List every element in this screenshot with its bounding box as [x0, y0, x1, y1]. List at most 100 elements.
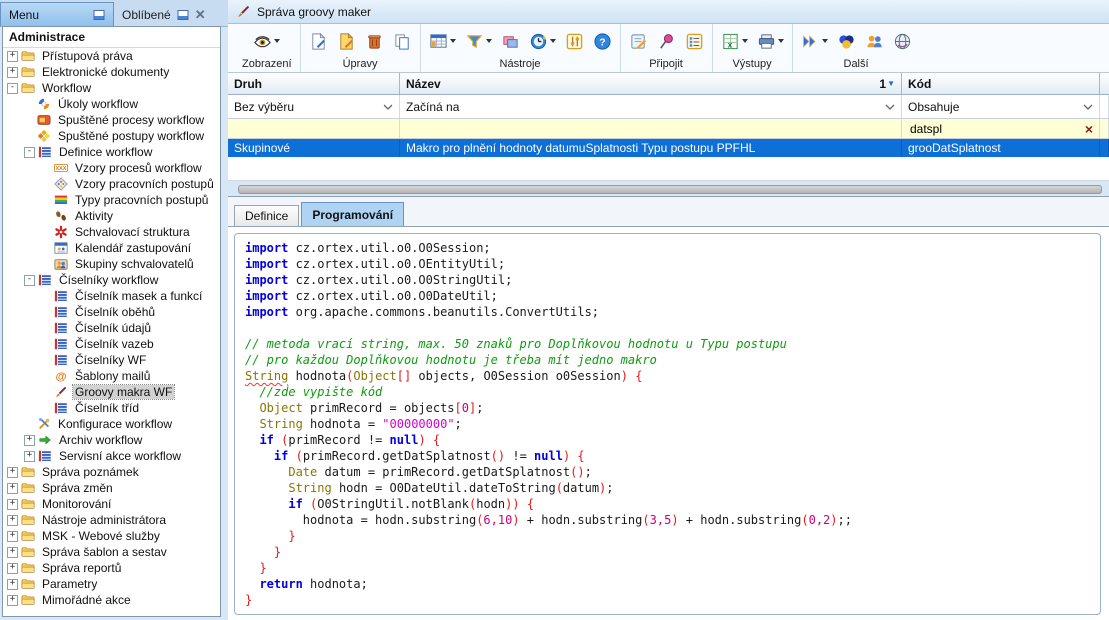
tree-item[interactable]: Číselník masek a funkcí: [3, 288, 220, 304]
attach-list-button[interactable]: [685, 32, 704, 51]
tree-item[interactable]: +Správa změn: [3, 480, 220, 496]
dropdown-arrow-icon[interactable]: [550, 39, 556, 43]
tree-item[interactable]: +Správa poznámek: [3, 464, 220, 480]
tree-item[interactable]: Schvalovací struktura: [3, 224, 220, 240]
selected-row[interactable]: Skupinové Makro pro plnění hodnoty datum…: [228, 139, 1109, 157]
delete-record-button[interactable]: [365, 32, 384, 51]
close-icon[interactable]: ✕: [195, 7, 206, 23]
tab-programovani[interactable]: Programování: [301, 202, 404, 226]
tree-item[interactable]: Spuštěné procesy workflow: [3, 112, 220, 128]
help-button[interactable]: ?: [593, 32, 612, 51]
tree-item[interactable]: Číselník tříd: [3, 400, 220, 416]
expand-icon[interactable]: +: [7, 483, 18, 494]
view-button[interactable]: [253, 32, 280, 51]
expand-icon[interactable]: +: [7, 67, 18, 78]
tree-item[interactable]: -Workflow: [3, 80, 220, 96]
web-services-button[interactable]: [893, 32, 912, 51]
horizontal-splitter[interactable]: [238, 185, 1102, 194]
tree-item[interactable]: +Přístupová práva: [3, 48, 220, 64]
expand-icon[interactable]: +: [7, 531, 18, 542]
tree-item[interactable]: @Šablony mailů: [3, 368, 220, 384]
collapse-icon[interactable]: -: [24, 275, 35, 286]
expand-icon[interactable]: +: [7, 547, 18, 558]
users-button[interactable]: [865, 32, 884, 51]
tree-item[interactable]: +Mimořádné akce: [3, 592, 220, 608]
window-icon[interactable]: [93, 9, 105, 21]
expand-icon[interactable]: +: [7, 515, 18, 526]
tree-item[interactable]: +Elektronické dokumenty: [3, 64, 220, 80]
parameters-button[interactable]: [565, 32, 584, 51]
chevron-down-icon[interactable]: [383, 104, 393, 110]
tab-menu[interactable]: Menu: [0, 2, 114, 26]
tree-item[interactable]: +MSK - Webové služby: [3, 528, 220, 544]
history-button[interactable]: [529, 32, 556, 51]
tree-item[interactable]: Skupiny schvalovatelů: [3, 256, 220, 272]
search-druh-input[interactable]: [228, 119, 400, 138]
expand-icon[interactable]: +: [7, 467, 18, 478]
expand-icon[interactable]: +: [7, 51, 18, 62]
tab-definice[interactable]: Definice: [234, 205, 299, 226]
search-kod-input[interactable]: [908, 121, 1085, 137]
expand-icon[interactable]: +: [24, 451, 35, 462]
chevron-down-icon[interactable]: [885, 104, 895, 110]
print-button[interactable]: [757, 32, 784, 51]
attach-note-button[interactable]: [629, 32, 648, 51]
filter-kod-combo[interactable]: Obsahuje: [902, 95, 1100, 118]
collapse-icon[interactable]: -: [24, 147, 35, 158]
tree-item[interactable]: Číselník údajů: [3, 320, 220, 336]
dropdown-arrow-icon[interactable]: [450, 39, 456, 43]
more-actions-button[interactable]: [801, 32, 828, 51]
expand-icon[interactable]: +: [7, 579, 18, 590]
filter-druh-combo[interactable]: Bez výběru: [228, 95, 400, 118]
collapse-icon[interactable]: -: [7, 83, 18, 94]
tree-item[interactable]: Číselníky WF: [3, 352, 220, 368]
tree-item[interactable]: +Parametry: [3, 576, 220, 592]
new-record-button[interactable]: [309, 32, 328, 51]
expand-icon[interactable]: +: [24, 435, 35, 446]
code-editor[interactable]: import cz.ortex.util.o0.O0Session;import…: [234, 233, 1101, 615]
edit-record-button[interactable]: [337, 32, 356, 51]
window-icon[interactable]: [177, 9, 189, 21]
dropdown-arrow-icon[interactable]: [274, 39, 280, 43]
expand-icon[interactable]: +: [7, 563, 18, 574]
column-header-kod[interactable]: Kód: [902, 73, 1100, 94]
search-nazev-input[interactable]: [400, 119, 902, 138]
tree-item[interactable]: Typy pracovních postupů: [3, 192, 220, 208]
tree-item[interactable]: Číselník oběhů: [3, 304, 220, 320]
tree-item[interactable]: Spuštěné postupy workflow: [3, 128, 220, 144]
tree-item[interactable]: Konfigurace workflow: [3, 416, 220, 432]
dropdown-arrow-icon[interactable]: [486, 39, 492, 43]
tree-item[interactable]: +Archiv workflow: [3, 432, 220, 448]
expand-icon[interactable]: +: [7, 499, 18, 510]
tree-item[interactable]: +Správa šablon a sestav: [3, 544, 220, 560]
copy-record-button[interactable]: [393, 32, 412, 51]
tree-item[interactable]: +Monitorování: [3, 496, 220, 512]
chevron-down-icon[interactable]: [1083, 104, 1093, 110]
filter-button[interactable]: [465, 32, 492, 51]
export-excel-button[interactable]: x: [721, 32, 748, 51]
tree-item[interactable]: XXXVzory procesů workflow: [3, 160, 220, 176]
column-header-nazev[interactable]: Název 1▼: [400, 73, 902, 94]
tree-item[interactable]: Číselník vazeb: [3, 336, 220, 352]
dropdown-arrow-icon[interactable]: [822, 39, 828, 43]
tree-item[interactable]: +Nástroje administrátora: [3, 512, 220, 528]
dropdown-arrow-icon[interactable]: [742, 39, 748, 43]
expand-icon[interactable]: +: [7, 595, 18, 606]
tree-item[interactable]: -Definice workflow: [3, 144, 220, 160]
tree-item[interactable]: +Správa reportů: [3, 560, 220, 576]
tree-item[interactable]: -Číselníky workflow: [3, 272, 220, 288]
tab-oblibene[interactable]: Oblíbené ✕: [114, 3, 214, 26]
clear-filter-icon[interactable]: ×: [1085, 121, 1093, 137]
tree-item[interactable]: Aktivity: [3, 208, 220, 224]
table-view-button[interactable]: [429, 32, 456, 51]
merge-button[interactable]: [501, 32, 520, 51]
attach-pin-button[interactable]: [657, 32, 676, 51]
colors-button[interactable]: [837, 32, 856, 51]
tree-item[interactable]: +Servisní akce workflow: [3, 448, 220, 464]
filter-nazev-combo[interactable]: Začíná na: [400, 95, 902, 118]
tree-item[interactable]: Úkoly workflow: [3, 96, 220, 112]
dropdown-arrow-icon[interactable]: [778, 39, 784, 43]
tree-item[interactable]: Groovy makra WF: [3, 384, 220, 400]
column-header-druh[interactable]: Druh: [228, 73, 400, 94]
tree-item[interactable]: Kalendář zastupování: [3, 240, 220, 256]
